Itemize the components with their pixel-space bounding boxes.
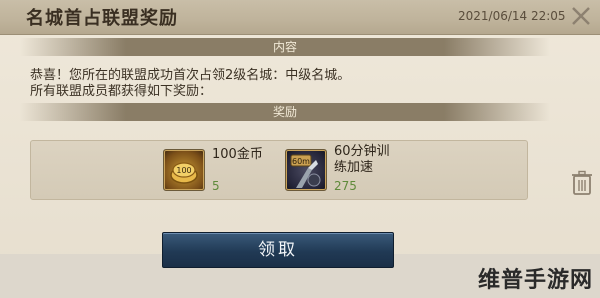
mail-title: 名城首占联盟奖励 [26,8,178,29]
section-reward-label: 奖励 [272,105,297,119]
mail-header: 名城首占联盟奖励 2021/06/14 22:05 [0,0,600,35]
section-content-bar: 内容 [20,38,550,56]
close-icon[interactable] [568,3,594,29]
mail-timestamp: 2021/06/14 22:05 [458,9,566,23]
reward-count-speedup: 275 [334,179,357,193]
claim-button-label: 领取 [258,240,298,260]
reward-name-speedup-line-1: 60分钟训 [334,144,390,159]
section-content-label: 内容 [272,40,297,54]
gold-coin-icon: 100 [170,162,198,184]
svg-text:60m: 60m [292,157,310,166]
reward-name-speedup: 60分钟训 练加速 [334,144,390,176]
reward-name-speedup-line-2: 练加速 [334,160,374,175]
rewards-list: 100 100金币 5 60m 60分钟训 练加速 275 [30,140,528,200]
reward-item-speedup[interactable]: 60m [285,149,327,191]
reward-item-gold[interactable]: 100 [163,149,205,191]
watermark-text: 维普手游网 [478,268,594,293]
trash-icon[interactable] [571,170,593,196]
section-reward-bar: 奖励 [20,103,550,121]
claim-button[interactable]: 领取 [162,232,394,268]
training-speedup-icon: 60m [290,154,321,188]
reward-name-gold: 100金币 [212,147,263,162]
svg-text:100: 100 [176,166,191,175]
message-line-2: 所有联盟成员都获得如下奖励： [30,84,213,99]
reward-count-gold: 5 [212,179,220,193]
